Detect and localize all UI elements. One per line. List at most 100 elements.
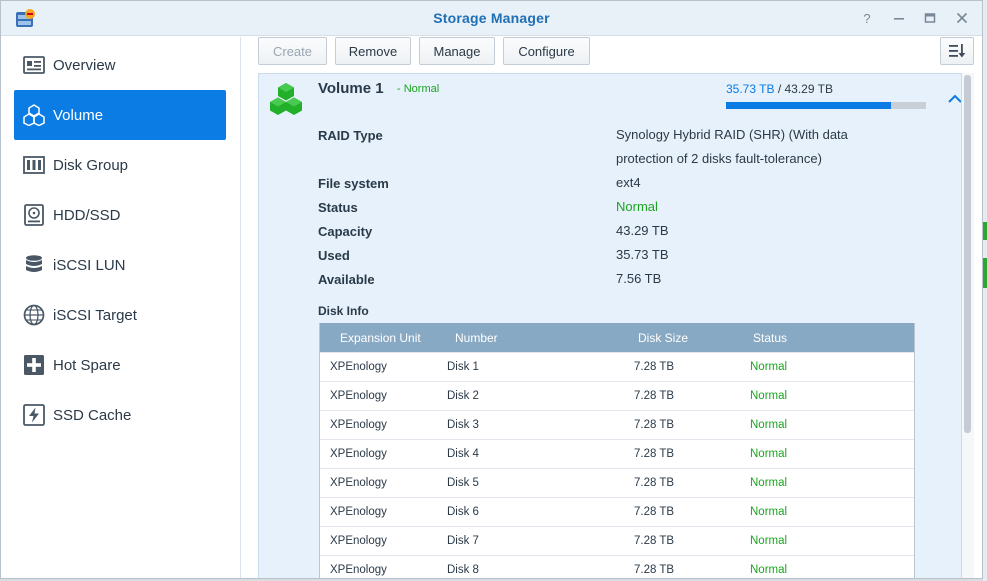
cell-expansion-unit: XPEnology	[330, 535, 387, 547]
volume-status: - Normal	[397, 83, 440, 95]
cell-status: Normal	[750, 535, 788, 547]
column-header-status[interactable]: Status	[753, 331, 787, 345]
available-label: Available	[318, 272, 375, 287]
sidebar-item-hdd-ssd[interactable]: HDD/SSD	[14, 190, 226, 240]
cell-number: Disk 1	[447, 361, 479, 373]
volume-name: Volume 1	[318, 80, 384, 97]
sidebar-item-hot-spare[interactable]: Hot Spare	[14, 340, 226, 390]
volume-icon	[23, 104, 45, 126]
iscsi-target-icon	[23, 304, 45, 326]
volume-usage-fill	[726, 102, 892, 109]
cell-expansion-unit: XPEnology	[330, 361, 387, 373]
cell-disk-size: 7.28 TB	[634, 506, 675, 518]
sidebar-item-disk-group[interactable]: Disk Group	[14, 140, 226, 190]
sidebar-item-label: Overview	[53, 56, 116, 74]
raid-type-value: Synology Hybrid RAID (SHR) (With data pr…	[616, 127, 848, 166]
create-button[interactable]: Create	[258, 37, 327, 65]
cell-expansion-unit: XPEnology	[330, 477, 387, 489]
sidebar-item-label: iSCSI LUN	[53, 256, 126, 274]
column-header-number[interactable]: Number	[455, 331, 498, 345]
cell-number: Disk 8	[447, 564, 479, 576]
cell-expansion-unit: XPEnology	[330, 419, 387, 431]
disk-info-label: Disk Info	[318, 304, 369, 318]
table-header: Expansion Unit Number Disk Size Status	[320, 323, 914, 352]
cell-number: Disk 2	[447, 390, 479, 402]
cell-status: Normal	[750, 390, 788, 402]
cell-status: Normal	[750, 506, 788, 518]
cell-disk-size: 7.28 TB	[634, 390, 675, 402]
ssd-cache-icon	[23, 404, 45, 426]
help-icon: ?	[863, 10, 871, 26]
table-row[interactable]: XPEnology Disk 2 7.28 TB Normal	[320, 381, 914, 410]
cell-expansion-unit: XPEnology	[330, 506, 387, 518]
table-row[interactable]: XPEnology Disk 6 7.28 TB Normal	[320, 497, 914, 526]
collapse-chevron-up-icon[interactable]	[947, 92, 962, 106]
column-header-disk-size[interactable]: Disk Size	[638, 331, 688, 345]
sort-button[interactable]	[940, 37, 974, 65]
cell-status: Normal	[750, 564, 788, 576]
cell-expansion-unit: XPEnology	[330, 448, 387, 460]
title-bar: Storage Manager ?	[1, 1, 982, 36]
maximize-button[interactable]	[921, 9, 939, 27]
sidebar-item-overview[interactable]: Overview	[14, 40, 226, 90]
volume-usage-bar	[726, 102, 926, 109]
scrollbar-thumb[interactable]	[964, 75, 971, 433]
manage-button[interactable]: Manage	[419, 37, 495, 65]
cell-number: Disk 7	[447, 535, 479, 547]
cell-disk-size: 7.28 TB	[634, 448, 675, 460]
sidebar-item-label: SSD Cache	[53, 406, 132, 424]
status-value: Normal	[616, 199, 658, 214]
toolbar: Create Remove Manage Configure	[242, 37, 982, 73]
table-row[interactable]: XPEnology Disk 8 7.28 TB Normal	[320, 555, 914, 578]
sidebar-item-label: Volume	[53, 106, 104, 124]
available-value: 7.56 TB	[616, 271, 662, 286]
capacity-value: 43.29 TB	[616, 223, 669, 238]
status-label: Status	[318, 200, 358, 215]
sidebar-item-iscsi-lun[interactable]: iSCSI LUN	[14, 240, 226, 290]
sidebar-item-label: iSCSI Target	[53, 306, 137, 324]
minimize-icon	[894, 18, 904, 20]
background-window-edge-accent	[983, 258, 987, 288]
cell-disk-size: 7.28 TB	[634, 564, 675, 576]
overview-icon	[23, 56, 45, 74]
file-system-value: ext4	[616, 175, 641, 190]
table-row[interactable]: XPEnology Disk 1 7.28 TB Normal	[320, 352, 914, 381]
table-row[interactable]: XPEnology Disk 7 7.28 TB Normal	[320, 526, 914, 555]
background-window-edge	[983, 0, 987, 581]
help-button[interactable]: ?	[858, 9, 876, 27]
sidebar-item-volume[interactable]: Volume	[14, 90, 226, 140]
minimize-button[interactable]	[890, 9, 908, 27]
table-row[interactable]: XPEnology Disk 4 7.28 TB Normal	[320, 439, 914, 468]
table-row[interactable]: XPEnology Disk 5 7.28 TB Normal	[320, 468, 914, 497]
disk-group-icon	[23, 156, 45, 174]
sidebar-item-label: Hot Spare	[53, 356, 121, 374]
configure-button[interactable]: Configure	[503, 37, 590, 65]
sidebar-item-label: HDD/SSD	[53, 206, 121, 224]
cell-disk-size: 7.28 TB	[634, 419, 675, 431]
sort-icon	[949, 44, 966, 58]
storage-manager-window: Storage Manager ? Overview Volume Disk G…	[0, 0, 983, 579]
close-icon	[956, 12, 968, 24]
volume-usage-text: 35.73 TB / 43.29 TB	[726, 82, 833, 96]
cell-number: Disk 4	[447, 448, 479, 460]
volume-used: 35.73 TB	[726, 82, 775, 96]
cell-status: Normal	[750, 419, 788, 431]
usage-separator: /	[774, 82, 785, 96]
close-button[interactable]	[953, 9, 971, 27]
used-label: Used	[318, 248, 350, 263]
table-row[interactable]: XPEnology Disk 3 7.28 TB Normal	[320, 410, 914, 439]
column-header-expansion-unit[interactable]: Expansion Unit	[340, 331, 421, 345]
cell-disk-size: 7.28 TB	[634, 361, 675, 373]
remove-button[interactable]: Remove	[335, 37, 411, 65]
volume-total: 43.29 TB	[784, 82, 833, 96]
raid-type-label: RAID Type	[318, 128, 383, 143]
iscsi-lun-icon	[26, 255, 42, 272]
hdd-icon	[24, 204, 44, 226]
volume-panel: Volume 1 - Normal 35.73 TB / 43.29 TB RA…	[258, 73, 962, 578]
file-system-label: File system	[318, 176, 389, 191]
sidebar-item-ssd-cache[interactable]: SSD Cache	[14, 390, 226, 440]
used-value: 35.73 TB	[616, 247, 669, 262]
sidebar-item-iscsi-target[interactable]: iSCSI Target	[14, 290, 226, 340]
cell-number: Disk 5	[447, 477, 479, 489]
cell-number: Disk 6	[447, 506, 479, 518]
